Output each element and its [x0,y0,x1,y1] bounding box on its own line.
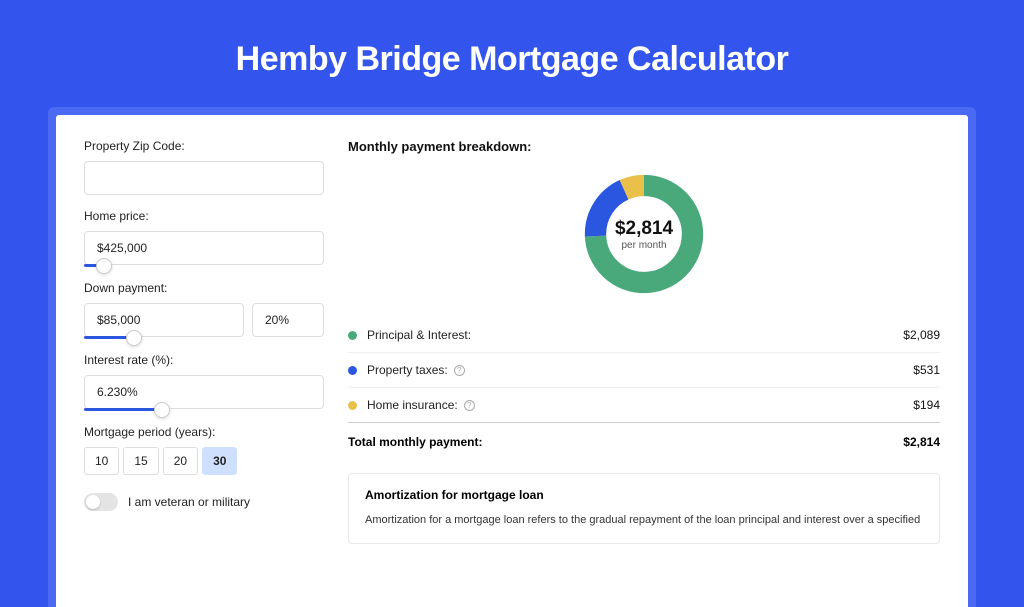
home-price-field: Home price: [84,209,324,267]
interest-label: Interest rate (%): [84,353,324,367]
legend-label: Home insurance: ? [367,398,913,412]
period-30[interactable]: 30 [202,447,237,475]
page-title: Hemby Bridge Mortgage Calculator [48,40,976,79]
period-label: Mortgage period (years): [84,425,324,439]
dot-icon [348,331,357,340]
legend-value: $194 [913,398,940,412]
period-field: Mortgage period (years): 10 15 20 30 [84,425,324,475]
zip-label: Property Zip Code: [84,139,324,153]
info-icon[interactable]: ? [454,365,465,376]
legend: Principal & Interest: $2,089 Property ta… [348,318,940,423]
veteran-row: I am veteran or military [84,493,324,511]
donut-value: $2,814 [615,218,673,240]
donut-chart: $2,814 per month [580,170,708,298]
form-column: Property Zip Code: Home price: Down paym… [84,139,324,607]
breakdown-column: Monthly payment breakdown: $2,814 per mo… [348,139,940,607]
legend-row-insurance: Home insurance: ? $194 [348,388,940,423]
legend-label: Principal & Interest: [367,328,903,342]
veteran-toggle[interactable] [84,493,118,511]
legend-row-taxes: Property taxes: ? $531 [348,353,940,388]
veteran-label: I am veteran or military [128,495,250,509]
down-payment-input[interactable] [84,303,244,337]
down-payment-slider[interactable] [84,336,134,339]
period-10[interactable]: 10 [84,447,119,475]
total-label: Total monthly payment: [348,435,903,449]
donut-sublabel: per month [621,240,666,251]
breakdown-title: Monthly payment breakdown: [348,139,940,154]
amortization-title: Amortization for mortgage loan [365,488,923,502]
zip-input[interactable] [84,161,324,195]
calculator-card: Property Zip Code: Home price: Down paym… [56,115,968,607]
info-icon[interactable]: ? [464,400,475,411]
legend-label: Property taxes: ? [367,363,913,377]
amortization-box: Amortization for mortgage loan Amortizat… [348,473,940,544]
zip-field: Property Zip Code: [84,139,324,195]
legend-value: $2,089 [903,328,940,342]
home-price-label: Home price: [84,209,324,223]
period-options: 10 15 20 30 [84,447,324,475]
home-price-slider[interactable] [84,264,104,267]
down-payment-pct-input[interactable] [252,303,324,337]
dot-icon [348,366,357,375]
amortization-text: Amortization for a mortgage loan refers … [365,512,923,529]
legend-row-principal: Principal & Interest: $2,089 [348,318,940,353]
interest-slider[interactable] [84,408,162,411]
dot-icon [348,401,357,410]
period-20[interactable]: 20 [163,447,198,475]
total-row: Total monthly payment: $2,814 [348,423,940,465]
interest-field: Interest rate (%): [84,353,324,411]
down-payment-label: Down payment: [84,281,324,295]
down-payment-field: Down payment: [84,281,324,339]
interest-input[interactable] [84,375,324,409]
period-15[interactable]: 15 [123,447,158,475]
card-shadow: Property Zip Code: Home price: Down paym… [48,107,976,607]
legend-value: $531 [913,363,940,377]
home-price-input[interactable] [84,231,324,265]
total-value: $2,814 [903,435,940,449]
donut-wrap: $2,814 per month [348,170,940,298]
